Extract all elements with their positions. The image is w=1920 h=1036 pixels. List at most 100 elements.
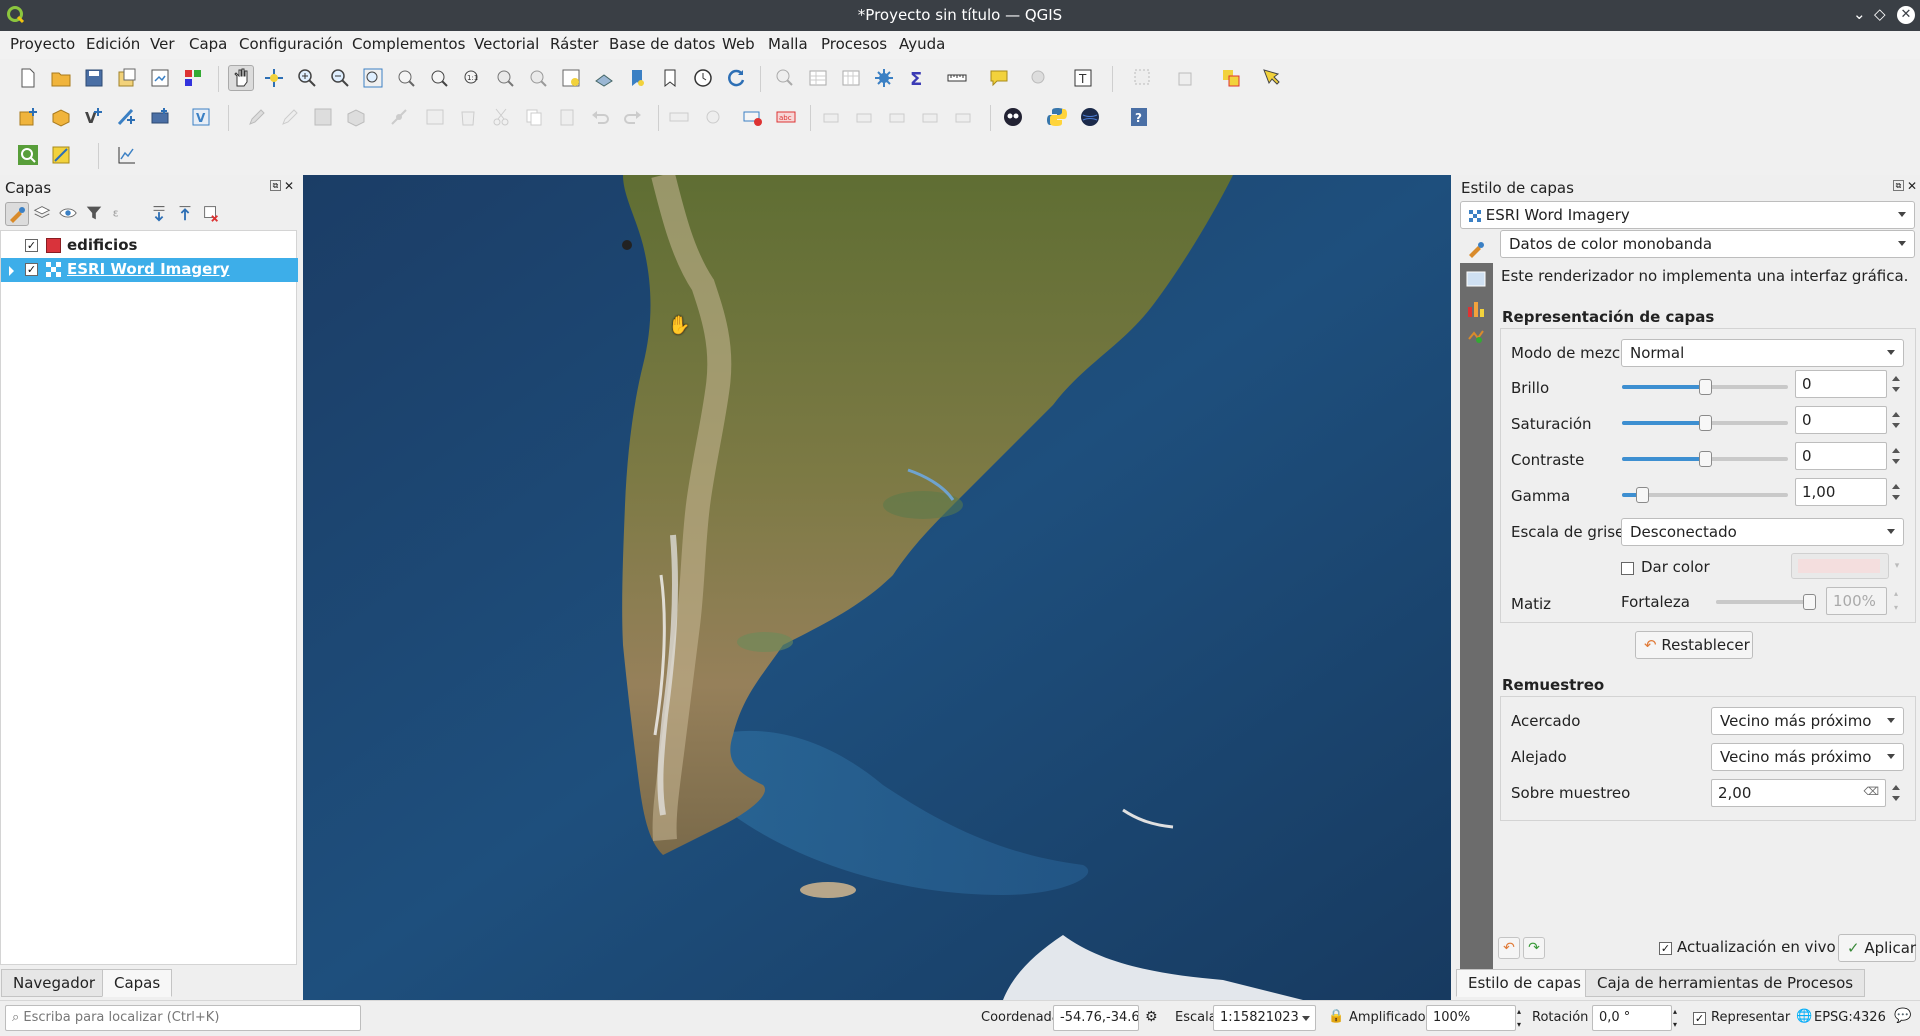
copy-features-icon[interactable] <box>521 104 547 130</box>
temporal-controller-icon[interactable] <box>690 65 716 91</box>
live-update-checkbox[interactable]: ✓ <box>1659 942 1672 955</box>
contrast-stepper[interactable] <box>1890 442 1902 470</box>
modify-attributes-icon[interactable] <box>422 104 448 130</box>
gamma-slider[interactable] <box>1622 487 1788 503</box>
help-icon[interactable]: ? <box>1126 104 1152 130</box>
gamma-spinbox[interactable]: 1,00 <box>1795 478 1887 506</box>
menu-malla[interactable]: Malla <box>768 35 808 53</box>
menu-web[interactable]: Web <box>722 35 755 53</box>
maximize-icon[interactable]: ◇ <box>1874 5 1886 23</box>
expand-all-icon[interactable] <box>149 203 169 227</box>
crs-button[interactable]: EPSG:4326 <box>1814 1010 1886 1025</box>
map-tips-icon[interactable] <box>983 65 1015 91</box>
renderer-type-combo[interactable]: Datos de color monobanda <box>1500 230 1915 258</box>
strength-slider-handle[interactable] <box>1803 594 1816 610</box>
strength-spinbox[interactable]: 100% <box>1826 587 1887 615</box>
menu-configuracion[interactable]: Configuración <box>239 35 343 53</box>
layout-manager-icon[interactable] <box>147 65 173 91</box>
zoom-to-layer-icon[interactable] <box>426 65 452 91</box>
float-panel-icon[interactable]: ⧉ <box>270 180 281 191</box>
brightness-stepper[interactable] <box>1890 370 1902 398</box>
menu-procesos[interactable]: Procesos <box>821 35 887 53</box>
saturation-spinbox[interactable]: 0 <box>1795 406 1887 434</box>
add-mesh-layer-icon[interactable] <box>114 104 140 130</box>
qgis-plugin-icon[interactable] <box>48 142 74 168</box>
python-console-icon[interactable] <box>1044 104 1070 130</box>
minimize-icon[interactable]: ⌄ <box>1853 5 1866 23</box>
zoom-out-icon[interactable] <box>327 65 353 91</box>
layer-diagram-options-icon[interactable]: abc <box>773 104 799 130</box>
collapse-all-icon[interactable] <box>175 203 195 227</box>
magnifier-stepper[interactable]: ▴ ▾ <box>1517 1005 1521 1031</box>
map-canvas[interactable]: ✋ <box>303 175 1451 1000</box>
select-location-icon[interactable] <box>1256 65 1288 91</box>
qgis-search-plugin-icon[interactable] <box>15 142 41 168</box>
layer-visibility-checkbox[interactable]: ✓ <box>25 263 38 276</box>
new-3d-view-icon[interactable] <box>591 65 617 91</box>
brightness-spinbox[interactable]: 0 <box>1795 370 1887 398</box>
layer-row-edificios[interactable]: ✓ edificios <box>1 234 298 258</box>
brightness-slider[interactable] <box>1622 379 1788 395</box>
redo-style-icon[interactable]: ↷ <box>1523 937 1545 959</box>
magnifier-spinbox[interactable]: 100% <box>1426 1005 1516 1031</box>
delete-selected-icon[interactable] <box>455 104 481 130</box>
gamma-slider-handle[interactable] <box>1635 487 1649 503</box>
colorize-dropdown-icon[interactable]: ▾ <box>1891 553 1903 579</box>
contrast-slider[interactable] <box>1622 451 1788 467</box>
qgis-cloud-icon[interactable] <box>1000 104 1026 130</box>
move-label-icon[interactable] <box>919 104 945 130</box>
tab-navegador[interactable]: Navegador <box>1 969 108 997</box>
open-layer-styling-icon[interactable] <box>5 202 29 226</box>
messages-icon[interactable]: 💬 <box>1894 1008 1911 1024</box>
blend-mode-combo[interactable]: Normal <box>1621 339 1904 367</box>
add-virtual-layer-icon[interactable]: V <box>188 104 214 130</box>
rotate-label-icon[interactable] <box>952 104 978 130</box>
brightness-slider-handle[interactable] <box>1699 379 1712 395</box>
close-panel-icon[interactable]: ✕ <box>1907 179 1917 193</box>
identify-features-icon[interactable] <box>772 65 798 91</box>
tab-capas[interactable]: Capas <box>102 969 173 997</box>
gamma-stepper[interactable] <box>1890 478 1902 506</box>
toggle-extents-icon[interactable]: ⚙ <box>1145 1009 1158 1025</box>
float-panel-icon[interactable]: ⧉ <box>1893 180 1904 191</box>
remove-layer-icon[interactable] <box>201 203 221 227</box>
zoom-next-icon[interactable] <box>525 65 551 91</box>
undo-style-icon[interactable]: ↶ <box>1498 937 1520 959</box>
new-geopackage-icon[interactable] <box>48 104 74 130</box>
zoom-last-icon[interactable] <box>492 65 518 91</box>
new-map-view-icon[interactable] <box>558 65 584 91</box>
select-features-icon[interactable] <box>1124 65 1162 91</box>
reset-button[interactable]: ↶ Restablecer <box>1635 631 1753 659</box>
save-as-icon[interactable] <box>114 65 140 91</box>
rotation-stepper[interactable]: ▴ ▾ <box>1673 1005 1677 1031</box>
locator-options-icon[interactable] <box>1019 65 1059 91</box>
apply-button[interactable]: ✓ Aplicar <box>1838 934 1916 962</box>
toggle-editing-icon[interactable] <box>277 104 303 130</box>
deselect-features-icon[interactable] <box>1212 65 1250 91</box>
add-wms-layer-icon[interactable] <box>147 104 173 130</box>
zoom-native-icon[interactable]: 1:1 <box>459 65 485 91</box>
scale-combo[interactable]: 1:15821023 <box>1213 1005 1316 1031</box>
close-icon[interactable]: ✕ <box>1897 6 1915 24</box>
data-source-manager-icon[interactable] <box>15 104 41 130</box>
filter-legend-icon[interactable] <box>84 203 104 227</box>
new-project-icon[interactable] <box>15 65 41 91</box>
pan-to-selection-icon[interactable] <box>261 65 287 91</box>
menu-ayuda[interactable]: Ayuda <box>899 35 945 53</box>
redo-icon[interactable] <box>620 104 646 130</box>
metasearch-icon[interactable] <box>1077 104 1103 130</box>
clear-value-icon[interactable]: ⌫ <box>1863 785 1879 798</box>
menu-capa[interactable]: Capa <box>189 35 227 53</box>
label-pin-icon[interactable] <box>700 104 726 130</box>
menu-raster[interactable]: Ráster <box>550 35 598 53</box>
contrast-spinbox[interactable]: 0 <box>1795 442 1887 470</box>
contrast-slider-handle[interactable] <box>1699 451 1712 467</box>
vertex-tool-icon[interactable] <box>380 104 418 130</box>
render-checkbox[interactable]: ✓ <box>1693 1012 1706 1025</box>
menu-vectorial[interactable]: Vectorial <box>474 35 539 53</box>
colorize-checkbox[interactable] <box>1621 562 1634 575</box>
close-panel-icon[interactable]: ✕ <box>284 179 294 193</box>
rotation-spinbox[interactable]: 0,0 ° <box>1592 1005 1672 1031</box>
undo-icon[interactable] <box>587 104 613 130</box>
transparency-tab-icon[interactable] <box>1465 269 1487 295</box>
